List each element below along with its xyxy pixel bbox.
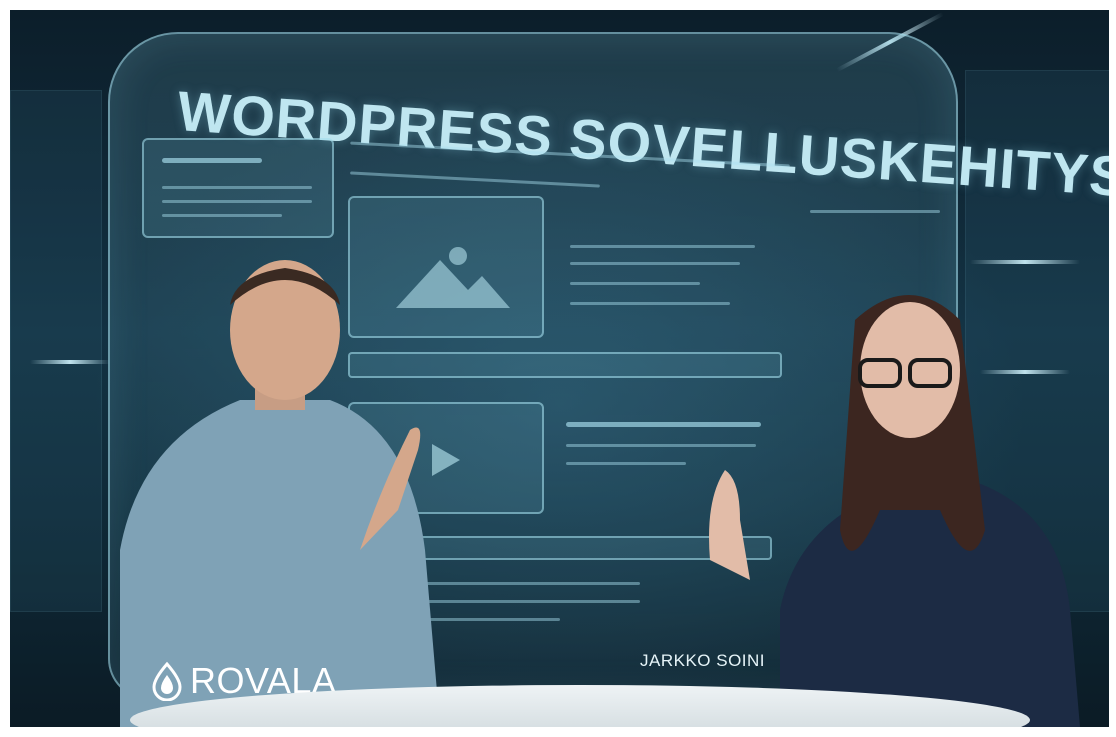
text-line — [162, 214, 282, 217]
text-line — [810, 210, 940, 213]
man-figure — [120, 260, 440, 727]
hero-photo: WORDPRESS SOVELLUSKEHITYS ROVALA JARKKO … — [10, 10, 1109, 727]
text-line — [566, 462, 686, 465]
text-card — [142, 138, 334, 238]
text-line — [162, 158, 262, 163]
text-line — [162, 200, 312, 203]
text-line — [570, 245, 755, 248]
author-name: JARKKO SOINI — [640, 651, 766, 670]
drop-icon — [152, 661, 182, 701]
text-line — [570, 262, 740, 265]
ceiling-light — [970, 260, 1080, 264]
text-line — [162, 186, 312, 189]
